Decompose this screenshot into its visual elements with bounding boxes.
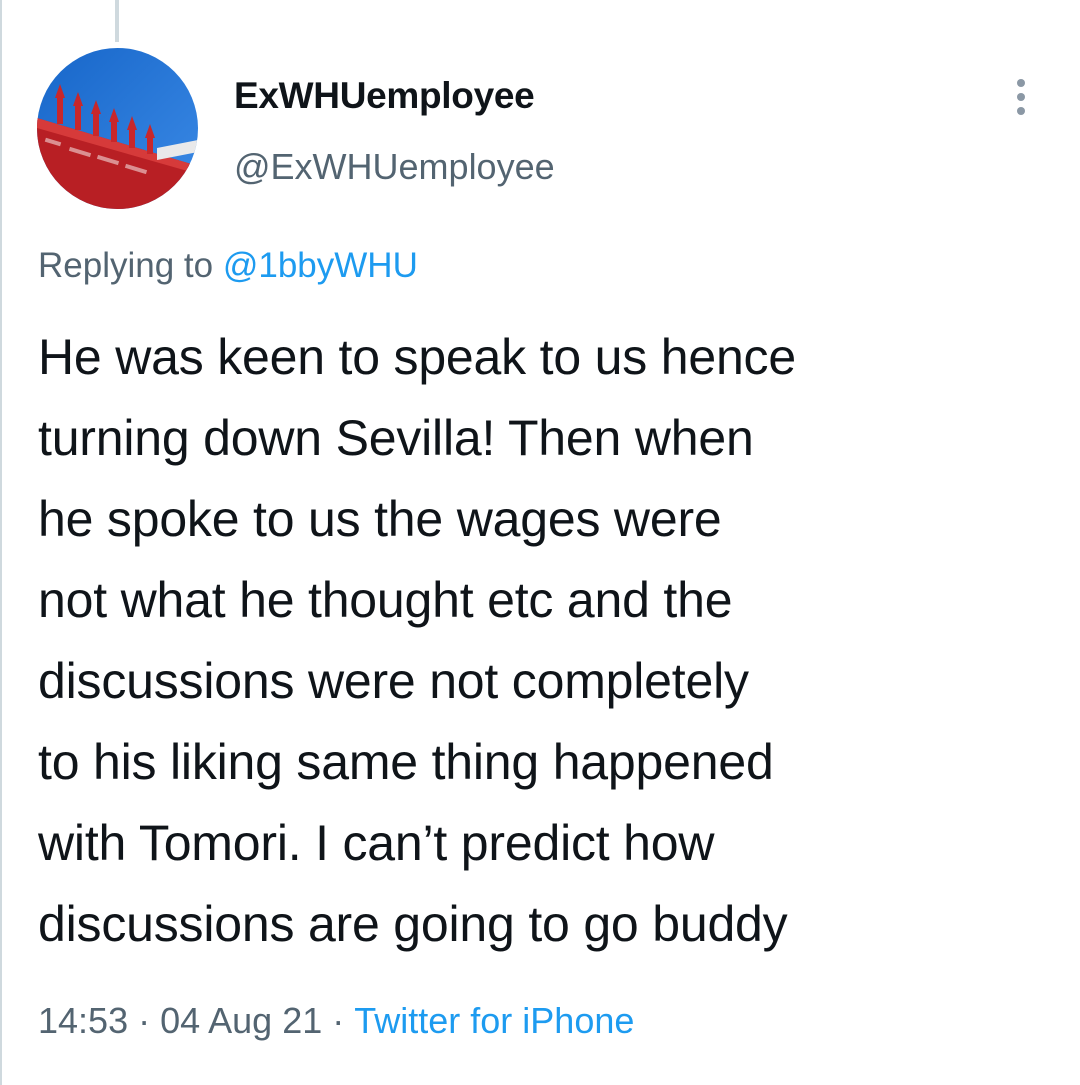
tweet-text-line: he spoke to us the wages were — [38, 491, 722, 547]
tweet-text-line: discussions are going to go buddy — [38, 896, 788, 952]
display-name[interactable]: ExWHUemployee — [234, 75, 535, 117]
more-options-button[interactable] — [1000, 72, 1042, 122]
tweet-text: He was keen to speak to us hence turning… — [38, 317, 1058, 965]
avatar[interactable] — [37, 48, 198, 209]
reply-prefix: Replying to — [38, 246, 214, 285]
tweet-time[interactable]: 14:53 — [38, 1000, 128, 1041]
tweet-text-line: to his liking same thing happened — [38, 734, 774, 790]
more-vertical-icon — [1017, 76, 1025, 118]
tweet-meta: 14:53 · 04 Aug 21 · Twitter for iPhone — [38, 1000, 634, 1042]
tweet-date[interactable]: 04 Aug 21 — [160, 1000, 322, 1041]
avatar-image — [37, 48, 198, 209]
meta-separator: · — [332, 1000, 345, 1041]
left-border — [0, 0, 2, 1085]
tweet-text-line: discussions were not completely — [38, 653, 749, 709]
tweet-text-line: He was keen to speak to us hence — [38, 329, 796, 385]
tweet-text-line: not what he thought etc and the — [38, 572, 733, 628]
user-handle[interactable]: @ExWHUemployee — [234, 146, 555, 188]
reply-context: Replying to @1bbyWHU — [38, 246, 418, 286]
tweet-text-line: turning down Sevilla! Then when — [38, 410, 754, 466]
thread-connector-line — [115, 0, 119, 42]
tweet-source-link[interactable]: Twitter for iPhone — [354, 1000, 634, 1041]
tweet-text-line: with Tomori. I can’t predict how — [38, 815, 715, 871]
reply-to-handle-link[interactable]: @1bbyWHU — [223, 246, 418, 285]
meta-separator: · — [138, 1000, 151, 1041]
